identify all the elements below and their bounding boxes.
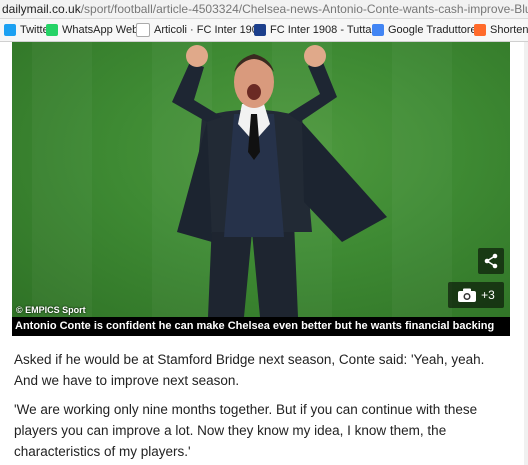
article-paragraph: 'We are working only nine months togethe… <box>14 402 478 459</box>
bookmark-label: WhatsApp Web <box>62 24 139 36</box>
share-button[interactable] <box>478 248 504 274</box>
bookmark-shorten[interactable]: Shorten <box>474 19 528 41</box>
photo-caption: Antonio Conte is confident he can make C… <box>12 317 510 336</box>
whatsapp-icon <box>46 24 58 36</box>
bookmark-label: FC Inter 1908 - Tutta <box>270 24 372 36</box>
bookmark-label: Google Traduttore <box>388 24 477 36</box>
bookmark-articoli[interactable]: Articoli · FC Inter 190 <box>136 19 258 41</box>
share-icon <box>484 253 498 269</box>
bookmark-whatsapp[interactable]: WhatsApp Web <box>46 19 138 41</box>
scrollbar[interactable] <box>524 42 528 465</box>
page-icon <box>136 23 150 37</box>
celebrating-manager-figure <box>172 45 387 317</box>
google-translate-icon <box>372 24 384 36</box>
address-bar[interactable]: dailymail.co.uk/sport/football/article-4… <box>0 0 528 19</box>
twitter-icon <box>4 24 16 36</box>
url-domain: dailymail.co.uk <box>2 2 81 16</box>
camera-icon <box>458 288 477 302</box>
bookmarks-bar: Twitter WhatsApp Web Articoli · FC Inter… <box>0 19 528 42</box>
gallery-button[interactable]: +3 <box>448 282 504 308</box>
inter-icon <box>254 24 266 36</box>
gallery-count: +3 <box>481 288 495 302</box>
bookmark-fc-inter[interactable]: FC Inter 1908 - Tutta <box>254 19 372 41</box>
article-photo[interactable]: © EMPICS Sport +3 <box>12 42 510 317</box>
bookmark-label: Articoli · FC Inter 190 <box>154 24 258 36</box>
shorten-icon <box>474 24 486 36</box>
bookmark-label: Shorten <box>490 24 528 36</box>
bookmark-google-translate[interactable]: Google Traduttore <box>372 19 477 41</box>
photo-credit: © EMPICS Sport <box>16 305 86 315</box>
url-path: /sport/football/article-4503324/Chelsea-… <box>80 2 528 16</box>
article-paragraph: Asked if he would be at Stamford Bridge … <box>14 352 485 388</box>
